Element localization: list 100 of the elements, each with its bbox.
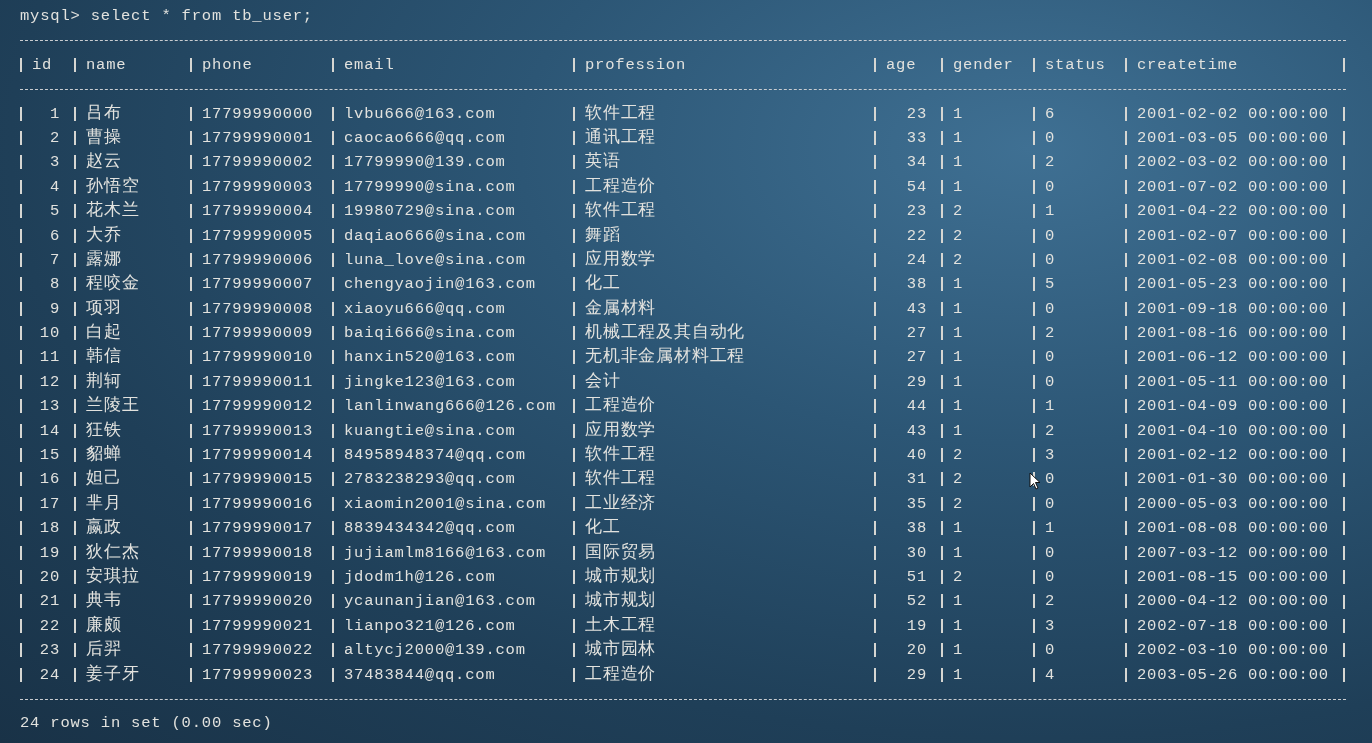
table-cell-text: 27 <box>906 347 927 369</box>
table-cell-text: 2001-01-30 00:00:00 <box>1137 469 1329 491</box>
table-cell-text: 0 <box>1045 347 1056 369</box>
table-cell-text: 白起 <box>86 322 122 345</box>
table-cell-text: jujiamlm8166@163.com <box>344 542 547 564</box>
table-cell-text: 软件工程 <box>585 102 657 125</box>
command-line: mysql> select * from tb_user; <box>20 6 313 27</box>
table-cell-text: lanlinwang666@126.com <box>344 396 557 418</box>
table-cell-text: 工程造价 <box>585 175 657 198</box>
table-cell-text: 10 <box>39 323 60 345</box>
table-cell-text: 2000-05-03 00:00:00 <box>1137 493 1329 515</box>
table-cell-text: 1 <box>953 323 964 345</box>
column-header: age <box>886 54 917 76</box>
table-cell-text: 工程造价 <box>585 395 657 418</box>
table-cell-text: 无机非金属材料工程 <box>585 346 746 369</box>
table-cell-text: 妲己 <box>86 468 122 491</box>
table-cell-text: 2 <box>953 493 964 515</box>
table-cell-text: 31 <box>906 469 927 491</box>
table-cell-text: 兰陵王 <box>86 395 140 418</box>
table-cell-text: kuangtie@sina.com <box>344 420 516 442</box>
table-cell-text: 赵云 <box>86 151 122 174</box>
table-cell-text: 2001-05-23 00:00:00 <box>1137 274 1329 296</box>
table-cell-text: 2003-05-26 00:00:00 <box>1137 664 1329 686</box>
table-cell-text: 1 <box>953 664 964 686</box>
table-cell-text: 大乔 <box>86 224 122 247</box>
column-header: status <box>1045 54 1106 76</box>
table-cell-text: 29 <box>906 664 927 686</box>
table-cell-text: 14 <box>39 420 60 442</box>
table-cell-text: 土木工程 <box>585 614 657 637</box>
table-cell-text: 安琪拉 <box>86 565 140 588</box>
table-cell-text: 典韦 <box>86 590 122 613</box>
pointer-icon <box>1029 472 1041 490</box>
table-cell-text: 12 <box>39 371 60 393</box>
table-cell-text: xiaomin2001@sina.com <box>344 493 547 515</box>
table-cell-text: 17799990016 <box>202 493 314 515</box>
table-cell-text: 51 <box>906 567 927 588</box>
table-cell-text: 35 <box>906 493 927 515</box>
table-cell-text: 17 <box>39 493 60 515</box>
column-header: name <box>86 54 127 76</box>
column-header: email <box>344 54 395 76</box>
table-cell-text: 4 <box>49 176 60 198</box>
table-cell-text: 7 <box>49 249 60 271</box>
table-cell-text: 0 <box>1045 640 1056 662</box>
table-cell-text: 17799990003 <box>202 176 314 198</box>
table-cell-text: 29 <box>906 371 927 393</box>
table-cell-text: 城市规划 <box>585 589 657 613</box>
table-cell-text: 机械工程及其自动化 <box>585 322 746 345</box>
table-cell-text: 1 <box>953 103 964 125</box>
table-cell-text: 2 <box>1045 591 1056 613</box>
table-cell-text: 露娜 <box>86 248 122 271</box>
table-cell-text: 17799990023 <box>202 664 314 686</box>
table-cell-text: 2002-03-10 00:00:00 <box>1137 640 1329 662</box>
table-cell-text: 2001-08-15 00:00:00 <box>1137 567 1329 588</box>
table-cell-text: 2 <box>1045 323 1056 345</box>
table-cell-text: 52 <box>906 591 927 613</box>
table-cell-text: 1 <box>953 542 964 564</box>
table-cell-text: 34 <box>906 152 927 174</box>
table-cell-text: 18 <box>39 518 60 540</box>
table-cell-text: 英语 <box>585 151 621 174</box>
table-cell-text: 17799990@139.com <box>344 152 506 174</box>
table-cell-text: 2 <box>953 201 964 223</box>
table-cell-text: 43 <box>906 420 927 442</box>
table-cell-text: 软件工程 <box>585 444 657 467</box>
table-cell-text: 17799990012 <box>202 396 314 418</box>
column-header: gender <box>953 54 1014 76</box>
table-cell-text: 17799990008 <box>202 298 314 320</box>
table-cell-text: 17799990011 <box>202 371 314 393</box>
table-cell-text: 2001-08-08 00:00:00 <box>1137 518 1329 540</box>
table-cell-text: baiqi666@sina.com <box>344 323 516 345</box>
table-cell-text: 17799990004 <box>202 201 314 223</box>
table-cell-text: 2 <box>953 445 964 467</box>
table-cell-text: 0 <box>1045 127 1056 149</box>
table-cell-text: 2001-06-12 00:00:00 <box>1137 347 1329 369</box>
table-cell-text: 30 <box>906 542 927 564</box>
table-cell-text: daqiao666@sina.com <box>344 225 526 247</box>
table-cell-text: 8839434342@qq.com <box>344 518 516 540</box>
table-cell-text: 会计 <box>585 370 621 393</box>
table-cell-text: 17799990@sina.com <box>344 176 516 198</box>
table-cell-text: 2001-04-09 00:00:00 <box>1137 396 1329 418</box>
table-cell-text: caocao666@qq.com <box>344 127 506 149</box>
table-cell-text: 廉颇 <box>86 614 122 637</box>
table-cell-text: 2 <box>1045 152 1056 174</box>
table-cell-text: 17799990022 <box>202 640 314 662</box>
table-cell-text: 2 <box>49 127 60 149</box>
table-cell-text: 1 <box>953 347 964 369</box>
table-cell-text: 38 <box>906 518 927 540</box>
table-cell-text: 2001-02-02 00:00:00 <box>1137 103 1329 125</box>
table-cell-text: 1 <box>49 103 60 125</box>
table-cell-text: 17799990017 <box>202 518 314 540</box>
table-cell-text: 23 <box>39 640 60 662</box>
table-cell-text: 16 <box>39 469 60 491</box>
table-cell-text: 0 <box>1045 542 1056 564</box>
table-cell-text: 1 <box>1045 201 1056 223</box>
table-cell-text: 2002-03-02 00:00:00 <box>1137 152 1329 174</box>
table-cell-text: 37483844@qq.com <box>344 664 496 686</box>
table-cell-text: 22 <box>39 615 60 637</box>
table-cell-text: 23 <box>906 103 927 125</box>
table-cell-text: 2001-04-22 00:00:00 <box>1137 201 1329 223</box>
table-cell-text: 17799990010 <box>202 347 314 369</box>
table-cell-text: 后羿 <box>86 639 122 662</box>
